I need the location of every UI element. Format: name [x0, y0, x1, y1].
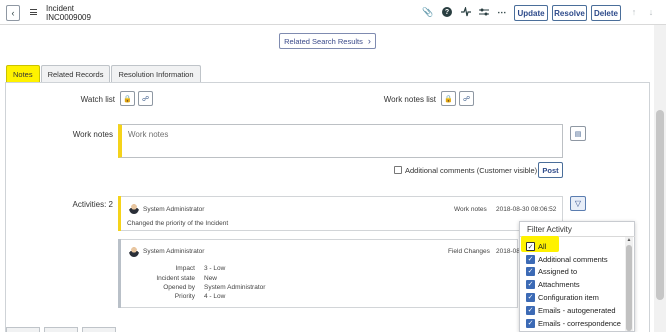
paperclip-icon[interactable]: 📎 — [422, 6, 434, 18]
back-button[interactable]: ‹ — [6, 5, 20, 21]
post-button[interactable]: Post — [538, 162, 563, 178]
page-scrollbar-thumb[interactable] — [656, 110, 664, 300]
work-note-stripe — [118, 196, 121, 231]
additional-comments-checkbox[interactable] — [394, 166, 402, 174]
filter-option-label: Emails - autogenerated — [538, 306, 616, 315]
lock-icon: 🔒 — [123, 95, 132, 103]
settings-sliders-icon[interactable] — [478, 6, 490, 18]
dropdown-scrollbar-thumb[interactable] — [626, 245, 632, 331]
compose-toggle-button[interactable]: ▤ — [570, 126, 586, 141]
field-value: 4 - Low — [204, 293, 226, 300]
checkbox-checked-icon: ✓ — [526, 255, 535, 264]
filter-option-all[interactable]: ✓ All — [526, 241, 546, 252]
arrow-down-icon[interactable]: ↓ — [645, 6, 657, 18]
activity-type: Work notes — [454, 206, 487, 213]
filter-activity-button[interactable]: ▽ — [570, 196, 586, 211]
tab-notes[interactable]: Notes — [6, 65, 40, 83]
checkbox-checked-icon: ✓ — [526, 280, 535, 289]
activity-icon[interactable] — [460, 6, 472, 18]
filter-option-label: Attachments — [538, 280, 580, 289]
filter-option-label: Assigned to — [538, 267, 578, 276]
form-header: ‹ Incident INC0009009 📎 ? ⋯ Update Resol… — [0, 0, 666, 25]
checkbox-checked-icon: ✓ — [526, 267, 535, 276]
work-notes-list-lock-button[interactable]: 🔒 — [441, 91, 456, 106]
watch-list-add-me-button[interactable]: ☍ — [138, 91, 153, 106]
filter-option-emails-correspondence[interactable]: ✓ Emails - correspondence — [526, 318, 621, 329]
checkbox-checked-icon: ✓ — [526, 293, 535, 302]
checkbox-checked-icon: ✓ — [526, 242, 535, 251]
activity-card-field-changes: System Administrator Field Changes 2018-… — [118, 239, 556, 308]
lock-icon: 🔒 — [444, 95, 453, 103]
bottom-tab[interactable] — [6, 327, 40, 332]
field-value: 3 - Low — [204, 265, 226, 272]
filter-option-emails-autogenerated[interactable]: ✓ Emails - autogenerated — [526, 305, 616, 316]
record-number: INC0009009 — [46, 13, 91, 22]
delete-button[interactable]: Delete — [591, 5, 621, 21]
field-change-stripe — [118, 239, 121, 308]
filter-option-label: Emails - correspondence — [538, 319, 621, 328]
work-notes-input[interactable]: Work notes — [118, 124, 563, 158]
filter-option-additional-comments[interactable]: ✓ Additional comments — [526, 254, 608, 265]
work-notes-list-label: Work notes list — [383, 95, 436, 104]
record-table-name: Incident — [46, 4, 75, 13]
work-notes-label: Work notes — [72, 130, 113, 139]
activity-card-work-note: System Administrator Work notes 2018-08-… — [118, 196, 563, 231]
tab-resolution-information[interactable]: Resolution Information — [111, 65, 201, 83]
filter-option-label: Configuration item — [538, 293, 599, 302]
chevron-left-icon: ‹ — [11, 8, 15, 18]
chevron-right-icon: › — [367, 36, 371, 46]
watch-list-label: Watch list — [80, 95, 115, 104]
activity-type: Field Changes — [448, 248, 490, 255]
checkbox-checked-icon: ✓ — [526, 306, 535, 315]
work-notes-placeholder: Work notes — [128, 130, 169, 139]
activity-author: System Administrator — [143, 248, 205, 255]
related-search-label: Related Search Results — [284, 36, 363, 46]
work-notes-list-add-me-button[interactable]: ☍ — [459, 91, 474, 106]
activity-text: Changed the priority of the Incident — [127, 220, 229, 227]
add-user-icon: ☍ — [141, 95, 150, 103]
scroll-up-icon[interactable]: ▲ — [626, 237, 632, 243]
hamburger-icon[interactable] — [30, 9, 37, 15]
activity-timestamp: 2018-08-30 08:06:52 — [496, 206, 557, 213]
avatar — [129, 246, 139, 257]
update-button[interactable]: Update — [514, 5, 548, 21]
bottom-tab[interactable] — [44, 327, 78, 332]
funnel-icon: ▽ — [574, 199, 582, 208]
arrow-up-icon[interactable]: ↑ — [628, 6, 640, 18]
additional-comments-label: Additional comments (Customer visible) — [405, 166, 538, 175]
filter-option-assigned-to[interactable]: ✓ Assigned to — [526, 266, 577, 277]
filter-option-label: All — [538, 242, 547, 251]
activities-label: Activities: 2 — [72, 200, 113, 209]
filter-option-configuration-item[interactable]: ✓ Configuration item — [526, 292, 599, 303]
help-icon[interactable]: ? — [441, 6, 453, 18]
checkbox-checked-icon: ✓ — [526, 319, 535, 328]
filter-activity-title: Filter Activity — [527, 225, 572, 234]
field-name: Priority — [174, 293, 195, 300]
watch-list-lock-button[interactable]: 🔒 — [120, 91, 135, 106]
more-icon[interactable]: ⋯ — [496, 6, 508, 18]
filter-option-label: Additional comments — [538, 255, 608, 264]
record-title: Incident INC0009009 — [46, 4, 91, 22]
field-name: Opened by — [163, 284, 195, 291]
related-search-results-button[interactable]: Related Search Results › — [279, 33, 376, 49]
field-value: New — [204, 275, 218, 282]
field-value: System Administrator — [204, 284, 266, 291]
filter-option-attachments[interactable]: ✓ Attachments — [526, 279, 580, 290]
tab-related-records[interactable]: Related Records — [40, 65, 111, 83]
field-name: Incident state — [156, 275, 195, 282]
bottom-tab[interactable] — [82, 327, 116, 332]
comment-icon: ▤ — [574, 130, 582, 138]
activity-author: System Administrator — [143, 206, 205, 213]
avatar — [129, 203, 139, 214]
field-name: Impact — [175, 265, 195, 272]
resolve-button[interactable]: Resolve — [552, 5, 587, 21]
section-tabs: Notes Related Records Resolution Informa… — [6, 65, 202, 83]
add-user-icon: ☍ — [462, 95, 471, 103]
